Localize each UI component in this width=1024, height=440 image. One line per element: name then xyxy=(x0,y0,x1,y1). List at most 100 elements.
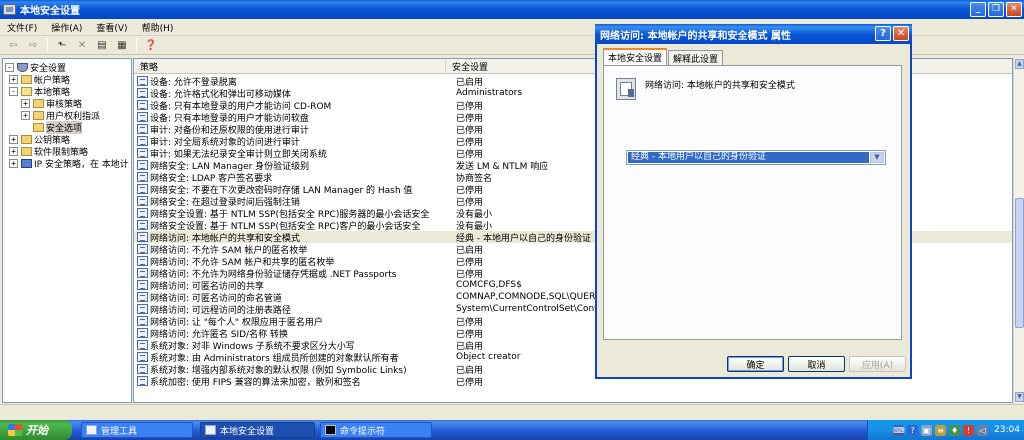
open-folder-icon xyxy=(21,86,32,96)
list-scrollbar[interactable]: ▲ ▼ xyxy=(1013,58,1024,403)
shield-tray-icon[interactable]: ♦ xyxy=(949,424,961,436)
folder-icon xyxy=(33,98,44,108)
policy-item-icon xyxy=(137,160,148,170)
menu-action[interactable]: 操作(A) xyxy=(44,21,89,34)
task-admin-tools[interactable]: 管理工具 xyxy=(81,422,193,438)
tab-explain-setting[interactable]: 解释此设置 xyxy=(668,50,724,65)
app-icon xyxy=(3,4,16,15)
policy-item-icon xyxy=(137,136,148,146)
tree-item-security-settings[interactable]: - 安全设置 xyxy=(5,61,66,74)
windows-logo-icon xyxy=(8,424,22,436)
policy-item-icon xyxy=(137,172,148,182)
security-setting-value: 已停用 xyxy=(456,269,484,280)
collapse-icon[interactable]: - xyxy=(9,86,18,96)
scroll-down-icon[interactable]: ▼ xyxy=(1015,392,1024,402)
help-icon[interactable]: ❓ xyxy=(142,37,160,53)
toolbar-separator xyxy=(136,38,137,52)
scroll-thumb[interactable] xyxy=(1015,198,1024,328)
policy-item-icon xyxy=(137,244,148,254)
tree-item-label: IP 安全策略，在 本地计 xyxy=(34,159,129,170)
expand-icon[interactable]: + xyxy=(9,134,18,144)
tree-item-public-key-policies[interactable]: + 公钥策略 xyxy=(9,133,70,146)
setting-name-label: 网络访问: 本地帐户的共享和安全模式 xyxy=(645,81,795,91)
tree-item-user-rights[interactable]: + 用户权利指派 xyxy=(21,109,100,122)
ok-button[interactable]: 确定 xyxy=(727,356,784,372)
delete-icon[interactable]: ✕ xyxy=(73,37,91,53)
start-button[interactable]: 开始 xyxy=(0,420,72,440)
policy-item-icon xyxy=(137,76,148,86)
up-level-icon[interactable]: ⬑ xyxy=(53,37,71,53)
menu-help[interactable]: 帮助(H) xyxy=(135,21,181,34)
policy-item-icon xyxy=(137,208,148,218)
policy-item-icon xyxy=(137,376,148,386)
menu-file[interactable]: 文件(F) xyxy=(0,21,44,34)
dialog-close-button[interactable]: ✕ xyxy=(893,26,909,41)
policy-item-icon xyxy=(137,184,148,194)
close-button[interactable]: ✕ xyxy=(1006,2,1022,17)
policy-item-icon xyxy=(137,148,148,158)
policy-name: 系统加密: 使用 FIPS 兼容的算法来加密，散列和签名 xyxy=(150,377,361,388)
policy-item-icon xyxy=(137,364,148,374)
menu-view[interactable]: 查看(V) xyxy=(89,21,134,34)
security-setting-value: Administrators xyxy=(456,88,523,98)
forward-arrow-icon[interactable]: ⇨ xyxy=(24,37,42,53)
expand-icon[interactable]: + xyxy=(9,158,18,168)
dialog-titlebar[interactable]: 网络访问: 本地帐户的共享和安全模式 属性 ? ✕ xyxy=(595,24,912,44)
volume-tray-icon[interactable]: ◁ xyxy=(977,424,989,436)
collapse-icon[interactable]: - xyxy=(5,62,14,72)
main-window-titlebar[interactable]: 本地安全设置 _ ❐ ✕ xyxy=(0,0,1024,19)
expand-icon[interactable]: + xyxy=(21,110,30,120)
clock: 23:04 xyxy=(994,425,1020,435)
policy-item-icon xyxy=(137,124,148,134)
task-label: 管理工具 xyxy=(101,426,138,437)
sharing-model-dropdown[interactable]: 经典 - 本地用户以自己的身份验证 ▼ xyxy=(626,150,886,165)
tree-item-account-policies[interactable]: + 帐户策略 xyxy=(9,73,70,86)
help-question-icon[interactable]: ? xyxy=(875,26,891,41)
properties-dialog: 网络访问: 本地帐户的共享和安全模式 属性 ? ✕ 本地安全设置 解释此设置 网… xyxy=(595,24,912,379)
tree-item-local-policies[interactable]: - 本地策略 xyxy=(9,85,70,98)
expand-icon[interactable]: + xyxy=(21,98,30,108)
minimize-button[interactable]: _ xyxy=(970,2,986,17)
keyboard-icon[interactable]: ⌨ xyxy=(893,424,905,436)
toolbar-separator xyxy=(47,38,48,52)
expand-icon[interactable]: + xyxy=(9,74,18,84)
expand-icon[interactable]: + xyxy=(9,146,18,156)
computer-tray-icon[interactable]: ▣ xyxy=(921,424,933,436)
taskbar: 开始 管理工具 本地安全设置 命令提示符 ⌨ ? ▣ ≡ ♦ ! ◁ 23:04 xyxy=(0,420,1024,440)
help-tray-icon[interactable]: ? xyxy=(907,424,919,436)
back-arrow-icon[interactable]: ⇦ xyxy=(4,37,22,53)
ip-security-icon xyxy=(21,158,32,168)
chevron-down-icon[interactable]: ▼ xyxy=(870,152,884,163)
folder-icon xyxy=(21,146,32,156)
security-setting-value: COMCFG,DFS$ xyxy=(456,280,522,290)
tree-item-audit-policy[interactable]: + 审核策略 xyxy=(21,97,82,110)
task-local-security[interactable]: 本地安全设置 xyxy=(200,422,315,438)
dialog-tabs: 本地安全设置 解释此设置 xyxy=(603,48,724,65)
scroll-up-icon[interactable]: ▲ xyxy=(1015,59,1024,69)
alert-tray-icon[interactable]: ! xyxy=(963,424,975,436)
tab-local-security-setting[interactable]: 本地安全设置 xyxy=(603,48,668,65)
tree-item-security-options[interactable]: 安全选项 xyxy=(33,120,83,134)
apply-button[interactable]: 应用(A) xyxy=(849,356,906,372)
column-header-policy[interactable]: 策略 xyxy=(134,59,446,74)
folder-icon xyxy=(33,110,44,120)
tab-panel: 网络访问: 本地帐户的共享和安全模式 经典 - 本地用户以自己的身份验证 ▼ xyxy=(603,65,902,340)
security-setting-value: 已停用 xyxy=(456,377,484,388)
tree-item-ip-security[interactable]: + IP 安全策略，在 本地计 xyxy=(9,157,129,170)
properties-icon[interactable]: ▤ xyxy=(93,37,111,53)
policy-item-icon xyxy=(137,316,148,326)
task-label: 本地安全设置 xyxy=(220,426,275,437)
policy-item-icon xyxy=(137,220,148,230)
cancel-button[interactable]: 取消 xyxy=(788,356,845,372)
task-command-prompt[interactable]: 命令提示符 xyxy=(320,422,432,438)
window-title: 本地安全设置 xyxy=(20,6,80,17)
tree-item-software-restriction[interactable]: + 软件限制策略 xyxy=(9,145,88,158)
policy-item-icon xyxy=(137,352,148,362)
restore-button[interactable]: ❐ xyxy=(988,2,1004,17)
dialog-title: 网络访问: 本地帐户的共享和安全模式 属性 xyxy=(600,30,791,42)
admin-tools-icon xyxy=(86,425,97,435)
policy-item-icon xyxy=(137,196,148,206)
policy-item-icon xyxy=(137,292,148,302)
export-list-icon[interactable]: ▦ xyxy=(113,37,131,53)
network-tray-icon[interactable]: ≡ xyxy=(935,424,947,436)
